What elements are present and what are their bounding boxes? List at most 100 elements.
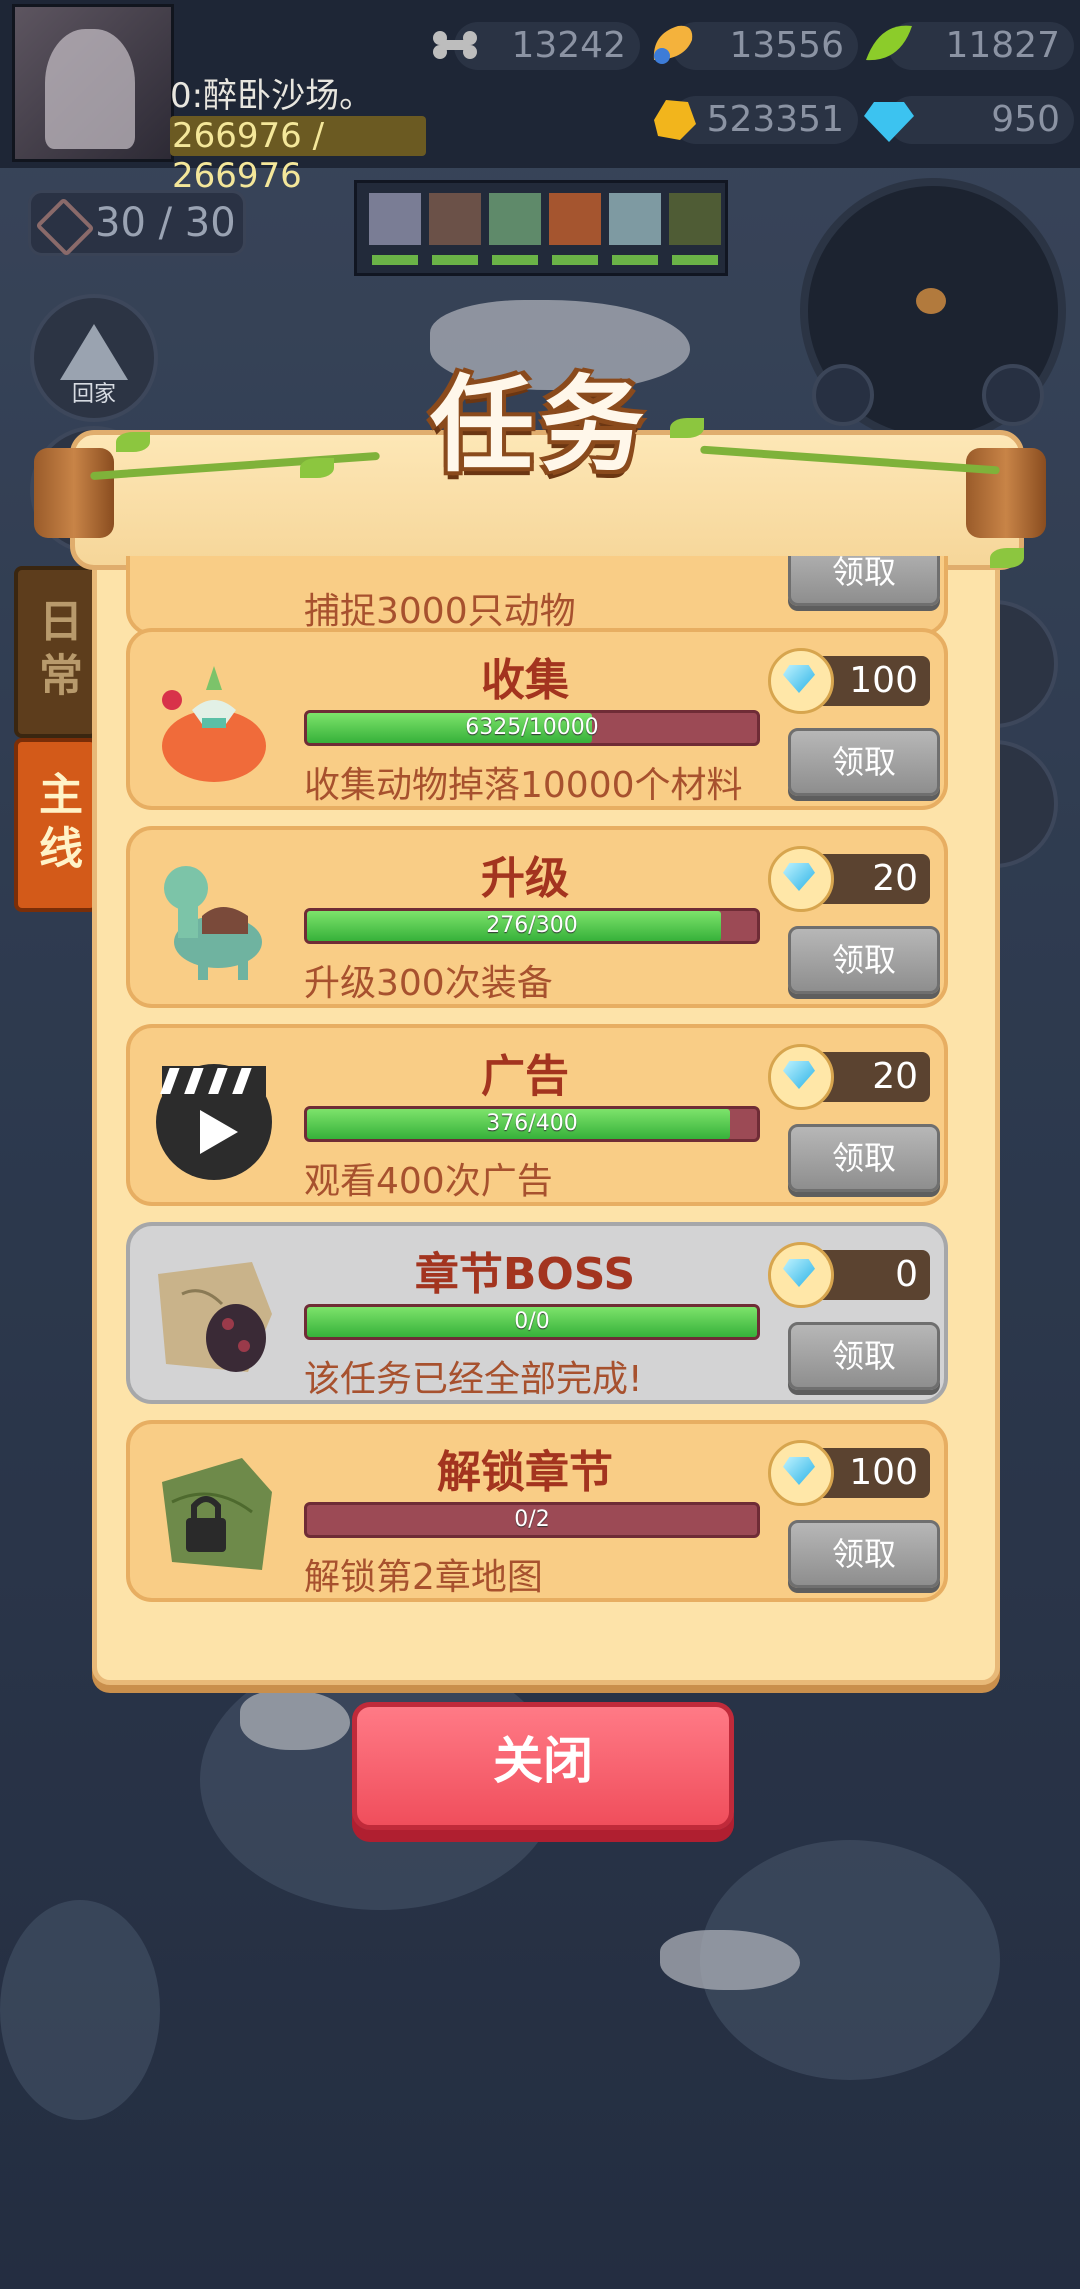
- player-marker: [916, 288, 946, 314]
- task-title: 广告: [481, 1051, 569, 1102]
- progress-bar: 0/0: [304, 1304, 760, 1340]
- reward-box: 100: [768, 1440, 930, 1506]
- task-desc: 升级300次装备: [304, 963, 553, 1004]
- team-slot-hp: [432, 255, 478, 265]
- leaf-decoration: [670, 418, 704, 438]
- reward-box: 20: [768, 1044, 930, 1110]
- task-card-completed: 章节BOSS 0/0 该任务已经全部完成! 0 领取: [126, 1222, 948, 1404]
- task-desc: 观看400次广告: [304, 1161, 553, 1202]
- diamond-icon: [768, 1242, 834, 1308]
- resource-leaf: 11827: [866, 22, 1074, 70]
- boss-map-icon: [158, 1262, 272, 1372]
- reward-box: 0: [768, 1242, 930, 1308]
- player-name: 0:醉卧沙场。: [170, 76, 374, 116]
- reward-amount: 100: [849, 1452, 918, 1493]
- task-desc: 该任务已经全部完成!: [304, 1359, 643, 1400]
- locked-map-icon: [162, 1458, 272, 1570]
- home-button[interactable]: 回家: [30, 294, 158, 422]
- dinosaur-icon: [164, 866, 262, 980]
- resource-meat: 13556: [653, 22, 858, 70]
- scroll-roll-right: [966, 448, 1046, 538]
- gold-ore-count: 523351: [706, 99, 844, 140]
- team-slot-hp: [552, 255, 598, 265]
- progress-bar: 6325/10000: [304, 710, 760, 746]
- team-slot[interactable]: [369, 193, 421, 245]
- task-title: 升级: [481, 853, 569, 904]
- reward-amount: 100: [849, 660, 918, 701]
- task-desc: 收集动物掉落10000个材料: [304, 765, 743, 806]
- resource-diamond: 950: [864, 96, 1074, 144]
- team-slot-hp: [612, 255, 658, 265]
- claim-button[interactable]: 领取: [788, 728, 940, 796]
- meat-count: 13556: [729, 25, 844, 66]
- progress-text: 6325/10000: [465, 715, 599, 740]
- team-slot[interactable]: [429, 193, 481, 245]
- tab-main[interactable]: 主线: [14, 738, 98, 912]
- diamond-count: 950: [991, 99, 1060, 140]
- task-card: 收集 6325/10000 收集动物掉落10000个材料 100 领取: [126, 628, 948, 810]
- leaf-decoration: [300, 458, 334, 478]
- team-slot[interactable]: [609, 193, 661, 245]
- team-slot-hp: [372, 255, 418, 265]
- task-card-partial: 捕捉3000只动物 领取: [126, 556, 948, 636]
- claim-button[interactable]: 领取: [788, 556, 940, 606]
- task-desc: 解锁第2章地图: [304, 1557, 543, 1598]
- scroll-roll-left: [34, 448, 114, 538]
- energy-text: 30 / 30: [95, 200, 236, 246]
- reward-box: 20: [768, 846, 930, 912]
- diamond-icon: [864, 102, 914, 142]
- tab-daily[interactable]: 日常: [14, 566, 98, 738]
- meat-icon: [653, 25, 693, 64]
- task-card: 升级 276/300 升级300次装备 20 领取: [126, 826, 948, 1008]
- player-hp-bar: 266976 / 266976: [170, 116, 426, 196]
- progress-bar: 276/300: [304, 908, 760, 944]
- progress-bar: 0/2: [304, 1502, 760, 1538]
- claim-button[interactable]: 领取: [788, 1124, 940, 1192]
- bone-count: 13242: [511, 25, 626, 66]
- reward-amount: 20: [872, 858, 918, 899]
- team-slot-hp: [672, 255, 718, 265]
- reward-box: 100: [768, 648, 930, 714]
- team-slot[interactable]: [669, 193, 721, 245]
- leaf-decoration: [990, 548, 1024, 568]
- progress-text: 276/300: [486, 913, 578, 938]
- reward-amount: 20: [872, 1056, 918, 1097]
- fire-icon[interactable]: [812, 364, 874, 426]
- leaf-decoration: [116, 432, 150, 452]
- team-bar[interactable]: [354, 180, 728, 276]
- task-card: 解锁章节 0/2 解锁第2章地图 100 领取: [126, 1420, 948, 1602]
- task-desc: 捕捉3000只动物: [304, 591, 576, 632]
- close-button[interactable]: 关闭: [352, 1702, 734, 1830]
- diamond-icon: [768, 1440, 834, 1506]
- zoom-icon[interactable]: [982, 364, 1044, 426]
- claim-button[interactable]: 领取: [788, 1520, 940, 1588]
- claim-button[interactable]: 领取: [788, 926, 940, 994]
- leaf-count: 11827: [945, 25, 1060, 66]
- resource-bone: 13242: [433, 22, 640, 70]
- video-play-icon: [156, 1064, 272, 1180]
- task-list[interactable]: 捕捉3000只动物 领取 收集 6325/10000 收集动物掉落10000个材…: [92, 556, 990, 1612]
- progress-text: 376/400: [486, 1111, 578, 1136]
- diamond-icon: [768, 1044, 834, 1110]
- task-title: 章节BOSS: [414, 1249, 636, 1300]
- task-title: 收集: [481, 655, 569, 706]
- team-slot[interactable]: [489, 193, 541, 245]
- task-card: 广告 376/400 观看400次广告 20 领取: [126, 1024, 948, 1206]
- loot-bag-icon: [162, 666, 266, 782]
- bone-icon: [433, 31, 477, 59]
- home-label: 回家: [71, 382, 116, 407]
- progress-text: 0/0: [514, 1309, 550, 1334]
- task-title: 解锁章节: [437, 1447, 613, 1498]
- team-slot[interactable]: [549, 193, 601, 245]
- team-slot-hp: [492, 255, 538, 265]
- energy-icon: [35, 197, 95, 257]
- avatar[interactable]: [12, 4, 174, 162]
- diamond-icon: [768, 846, 834, 912]
- progress-bar: 376/400: [304, 1106, 760, 1142]
- claim-button[interactable]: 领取: [788, 1322, 940, 1390]
- reward-amount: 0: [895, 1254, 918, 1295]
- diamond-icon: [768, 648, 834, 714]
- leaf-icon: [866, 25, 912, 61]
- mountain-icon: [60, 324, 128, 380]
- progress-text: 0/2: [514, 1507, 550, 1532]
